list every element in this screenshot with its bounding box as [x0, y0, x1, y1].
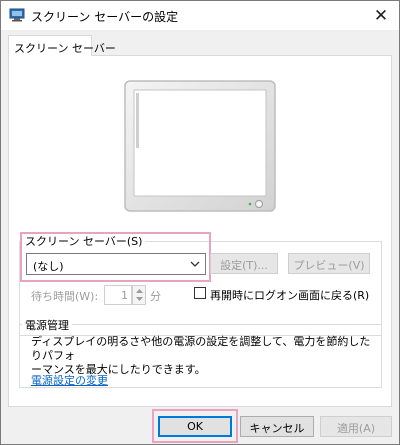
- screen-saver-settings-icon: [9, 8, 25, 22]
- screen-saver-select-value: (なし): [33, 260, 64, 273]
- preview-button[interactable]: プレビュー(V): [288, 253, 370, 274]
- tab-panel: スクリーン セーバー(S) (なし) 設定(T)... プレビュー(V) 待ち時…: [8, 55, 392, 407]
- title-bar: スクリーン セーバーの設定 ✕: [1, 1, 399, 30]
- chevron-down-icon: [190, 261, 200, 267]
- screen-saver-select[interactable]: (なし): [26, 253, 206, 275]
- apply-button[interactable]: 適用(A): [320, 416, 392, 437]
- power-management-group-label: 電源管理: [22, 317, 72, 333]
- cancel-button[interactable]: キャンセル: [240, 416, 314, 437]
- close-icon: ✕: [373, 5, 389, 26]
- close-button[interactable]: ✕: [363, 1, 399, 30]
- wait-time-unit: 分: [150, 290, 161, 303]
- monitor-preview-image: [124, 80, 276, 212]
- power-description: ディスプレイの明るさや他の電源の設定を調整して、電力を節約したりパフォ ーマンス…: [31, 335, 371, 376]
- ok-button[interactable]: OK: [158, 416, 232, 437]
- settings-button[interactable]: 設定(T)...: [210, 253, 278, 274]
- tab-screen-saver[interactable]: スクリーン セーバー: [8, 35, 116, 56]
- spin-up-icon[interactable]: [136, 289, 143, 293]
- wait-time-label: 待ち時間(W):: [31, 290, 99, 303]
- wait-time-stepper[interactable]: [132, 285, 146, 305]
- screen-saver-group-label: スクリーン セーバー(S): [22, 233, 146, 249]
- logon-on-resume-label[interactable]: 再開時にログオン画面に戻る(R): [210, 287, 369, 303]
- spin-down-icon[interactable]: [136, 297, 143, 301]
- logon-on-resume-checkbox[interactable]: [194, 287, 206, 299]
- change-power-settings-link[interactable]: 電源設定の変更: [31, 372, 108, 388]
- wait-time-input[interactable]: 1: [104, 285, 132, 305]
- window-title: スクリーン セーバーの設定: [31, 10, 179, 24]
- dialog-window: スクリーン セーバーの設定 ✕ スクリーン セーバー スクリーン セーバー(S)…: [0, 0, 400, 445]
